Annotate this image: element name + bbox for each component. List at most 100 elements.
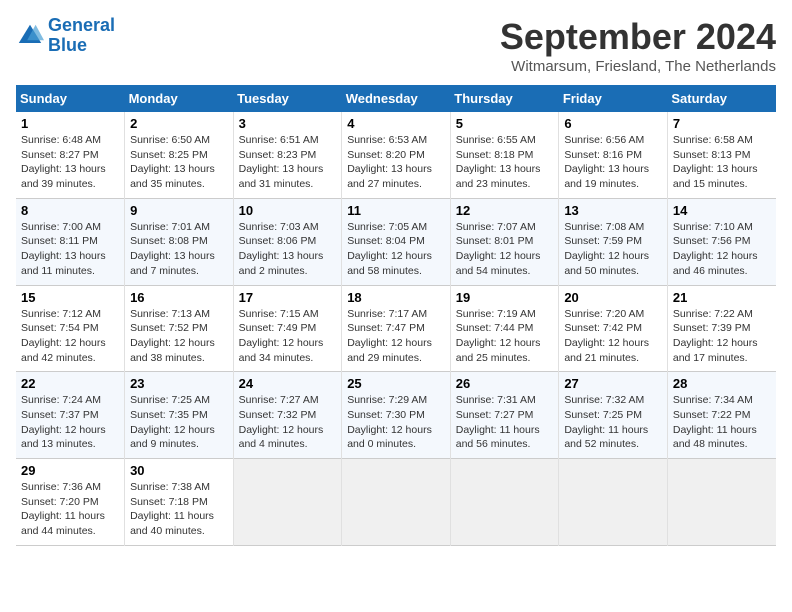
day-cell: 24 Sunrise: 7:27 AM Sunset: 7:32 PM Dayli… bbox=[233, 372, 342, 459]
day-number: 11 bbox=[347, 203, 445, 218]
day-info: Sunrise: 7:22 AM Sunset: 7:39 PM Dayligh… bbox=[673, 307, 771, 366]
day-cell: 28 Sunrise: 7:34 AM Sunset: 7:22 PM Dayli… bbox=[667, 372, 776, 459]
title-area: September 2024 Witmarsum, Friesland, The… bbox=[500, 16, 776, 75]
day-number: 5 bbox=[456, 116, 554, 131]
day-number: 28 bbox=[673, 376, 771, 391]
day-cell: 20Sunrise: 7:20 AM Sunset: 7:42 PM Dayli… bbox=[559, 285, 668, 372]
day-cell: 7 Sunrise: 6:58 AM Sunset: 8:13 PM Daylig… bbox=[667, 112, 776, 198]
day-info: Sunrise: 7:31 AM Sunset: 7:27 PM Dayligh… bbox=[456, 393, 554, 452]
day-info: Sunrise: 7:29 AM Sunset: 7:30 PM Dayligh… bbox=[347, 393, 445, 452]
day-number: 3 bbox=[239, 116, 337, 131]
day-cell: 22Sunrise: 7:24 AM Sunset: 7:37 PM Dayli… bbox=[16, 372, 125, 459]
day-cell: 14 Sunrise: 7:10 AM Sunset: 7:56 PM Dayli… bbox=[667, 198, 776, 285]
day-number: 23 bbox=[130, 376, 228, 391]
week-row-5: 29 Sunrise: 7:36 AM Sunset: 7:20 PM Dayli… bbox=[16, 459, 776, 546]
day-number: 10 bbox=[239, 203, 337, 218]
day-info: Sunrise: 7:00 AM Sunset: 8:11 PM Dayligh… bbox=[21, 220, 119, 279]
day-number: 13 bbox=[564, 203, 662, 218]
day-info: Sunrise: 6:56 AM Sunset: 8:16 PM Dayligh… bbox=[564, 133, 662, 192]
day-info: Sunrise: 7:19 AM Sunset: 7:44 PM Dayligh… bbox=[456, 307, 554, 366]
day-number: 4 bbox=[347, 116, 445, 131]
day-cell: 3 Sunrise: 6:51 AM Sunset: 8:23 PM Daylig… bbox=[233, 112, 342, 198]
day-number: 12 bbox=[456, 203, 554, 218]
week-row-4: 22Sunrise: 7:24 AM Sunset: 7:37 PM Dayli… bbox=[16, 372, 776, 459]
day-number: 21 bbox=[673, 290, 771, 305]
day-info: Sunrise: 7:32 AM Sunset: 7:25 PM Dayligh… bbox=[564, 393, 662, 452]
day-info: Sunrise: 7:27 AM Sunset: 7:32 PM Dayligh… bbox=[239, 393, 337, 452]
day-cell: 17 Sunrise: 7:15 AM Sunset: 7:49 PM Dayli… bbox=[233, 285, 342, 372]
day-info: Sunrise: 6:58 AM Sunset: 8:13 PM Dayligh… bbox=[673, 133, 771, 192]
week-row-1: 1 Sunrise: 6:48 AM Sunset: 8:27 PM Daylig… bbox=[16, 112, 776, 198]
day-number: 2 bbox=[130, 116, 228, 131]
header-cell-friday: Friday bbox=[559, 85, 668, 112]
day-info: Sunrise: 6:51 AM Sunset: 8:23 PM Dayligh… bbox=[239, 133, 337, 192]
day-cell: 1 Sunrise: 6:48 AM Sunset: 8:27 PM Daylig… bbox=[16, 112, 125, 198]
day-number: 8 bbox=[21, 203, 119, 218]
day-info: Sunrise: 7:07 AM Sunset: 8:01 PM Dayligh… bbox=[456, 220, 554, 279]
day-info: Sunrise: 7:10 AM Sunset: 7:56 PM Dayligh… bbox=[673, 220, 771, 279]
day-cell: 29 Sunrise: 7:36 AM Sunset: 7:20 PM Dayli… bbox=[16, 459, 125, 546]
day-cell: 13 Sunrise: 7:08 AM Sunset: 7:59 PM Dayli… bbox=[559, 198, 668, 285]
day-info: Sunrise: 7:05 AM Sunset: 8:04 PM Dayligh… bbox=[347, 220, 445, 279]
day-info: Sunrise: 7:15 AM Sunset: 7:49 PM Dayligh… bbox=[239, 307, 337, 366]
day-cell bbox=[342, 459, 451, 546]
day-cell bbox=[233, 459, 342, 546]
day-number: 24 bbox=[239, 376, 337, 391]
day-cell: 23 Sunrise: 7:25 AM Sunset: 7:35 PM Dayli… bbox=[125, 372, 234, 459]
week-row-2: 8 Sunrise: 7:00 AM Sunset: 8:11 PM Daylig… bbox=[16, 198, 776, 285]
day-info: Sunrise: 6:53 AM Sunset: 8:20 PM Dayligh… bbox=[347, 133, 445, 192]
day-number: 16 bbox=[130, 290, 228, 305]
logo-line2: Blue bbox=[48, 35, 87, 55]
subtitle: Witmarsum, Friesland, The Netherlands bbox=[500, 58, 776, 75]
day-cell: 8 Sunrise: 7:00 AM Sunset: 8:11 PM Daylig… bbox=[16, 198, 125, 285]
day-number: 29 bbox=[21, 463, 119, 478]
header-cell-monday: Monday bbox=[125, 85, 234, 112]
calendar-table: SundayMondayTuesdayWednesdayThursdayFrid… bbox=[16, 85, 776, 546]
day-info: Sunrise: 7:24 AM Sunset: 7:37 PM Dayligh… bbox=[21, 393, 119, 452]
day-cell bbox=[559, 459, 668, 546]
day-number: 1 bbox=[21, 116, 119, 131]
day-number: 7 bbox=[673, 116, 771, 131]
day-info: Sunrise: 6:48 AM Sunset: 8:27 PM Dayligh… bbox=[21, 133, 119, 192]
day-info: Sunrise: 6:55 AM Sunset: 8:18 PM Dayligh… bbox=[456, 133, 554, 192]
day-info: Sunrise: 7:03 AM Sunset: 8:06 PM Dayligh… bbox=[239, 220, 337, 279]
day-cell: 10 Sunrise: 7:03 AM Sunset: 8:06 PM Dayli… bbox=[233, 198, 342, 285]
day-cell: 2 Sunrise: 6:50 AM Sunset: 8:25 PM Daylig… bbox=[125, 112, 234, 198]
header: General Blue September 2024 Witmarsum, F… bbox=[16, 16, 776, 75]
header-row: SundayMondayTuesdayWednesdayThursdayFrid… bbox=[16, 85, 776, 112]
day-info: Sunrise: 6:50 AM Sunset: 8:25 PM Dayligh… bbox=[130, 133, 228, 192]
day-number: 20 bbox=[564, 290, 662, 305]
day-cell: 30 Sunrise: 7:38 AM Sunset: 7:18 PM Dayli… bbox=[125, 459, 234, 546]
day-number: 25 bbox=[347, 376, 445, 391]
day-info: Sunrise: 7:17 AM Sunset: 7:47 PM Dayligh… bbox=[347, 307, 445, 366]
day-cell bbox=[450, 459, 559, 546]
week-row-3: 15Sunrise: 7:12 AM Sunset: 7:54 PM Dayli… bbox=[16, 285, 776, 372]
day-info: Sunrise: 7:36 AM Sunset: 7:20 PM Dayligh… bbox=[21, 480, 119, 539]
day-info: Sunrise: 7:08 AM Sunset: 7:59 PM Dayligh… bbox=[564, 220, 662, 279]
day-cell: 25 Sunrise: 7:29 AM Sunset: 7:30 PM Dayli… bbox=[342, 372, 451, 459]
day-cell bbox=[667, 459, 776, 546]
logo-icon bbox=[16, 22, 44, 50]
day-number: 9 bbox=[130, 203, 228, 218]
day-info: Sunrise: 7:38 AM Sunset: 7:18 PM Dayligh… bbox=[130, 480, 228, 539]
day-number: 15 bbox=[21, 290, 119, 305]
month-title: September 2024 bbox=[500, 16, 776, 58]
header-cell-saturday: Saturday bbox=[667, 85, 776, 112]
day-number: 14 bbox=[673, 203, 771, 218]
day-number: 19 bbox=[456, 290, 554, 305]
day-cell: 11 Sunrise: 7:05 AM Sunset: 8:04 PM Dayli… bbox=[342, 198, 451, 285]
logo-text: General Blue bbox=[48, 16, 115, 56]
day-cell: 6 Sunrise: 6:56 AM Sunset: 8:16 PM Daylig… bbox=[559, 112, 668, 198]
day-cell: 19 Sunrise: 7:19 AM Sunset: 7:44 PM Dayli… bbox=[450, 285, 559, 372]
day-cell: 18 Sunrise: 7:17 AM Sunset: 7:47 PM Dayli… bbox=[342, 285, 451, 372]
day-info: Sunrise: 7:34 AM Sunset: 7:22 PM Dayligh… bbox=[673, 393, 771, 452]
day-number: 6 bbox=[564, 116, 662, 131]
day-number: 18 bbox=[347, 290, 445, 305]
day-info: Sunrise: 7:25 AM Sunset: 7:35 PM Dayligh… bbox=[130, 393, 228, 452]
day-cell: 27 Sunrise: 7:32 AM Sunset: 7:25 PM Dayli… bbox=[559, 372, 668, 459]
day-number: 17 bbox=[239, 290, 337, 305]
day-number: 27 bbox=[564, 376, 662, 391]
day-cell: 12 Sunrise: 7:07 AM Sunset: 8:01 PM Dayli… bbox=[450, 198, 559, 285]
day-info: Sunrise: 7:13 AM Sunset: 7:52 PM Dayligh… bbox=[130, 307, 228, 366]
day-number: 30 bbox=[130, 463, 228, 478]
